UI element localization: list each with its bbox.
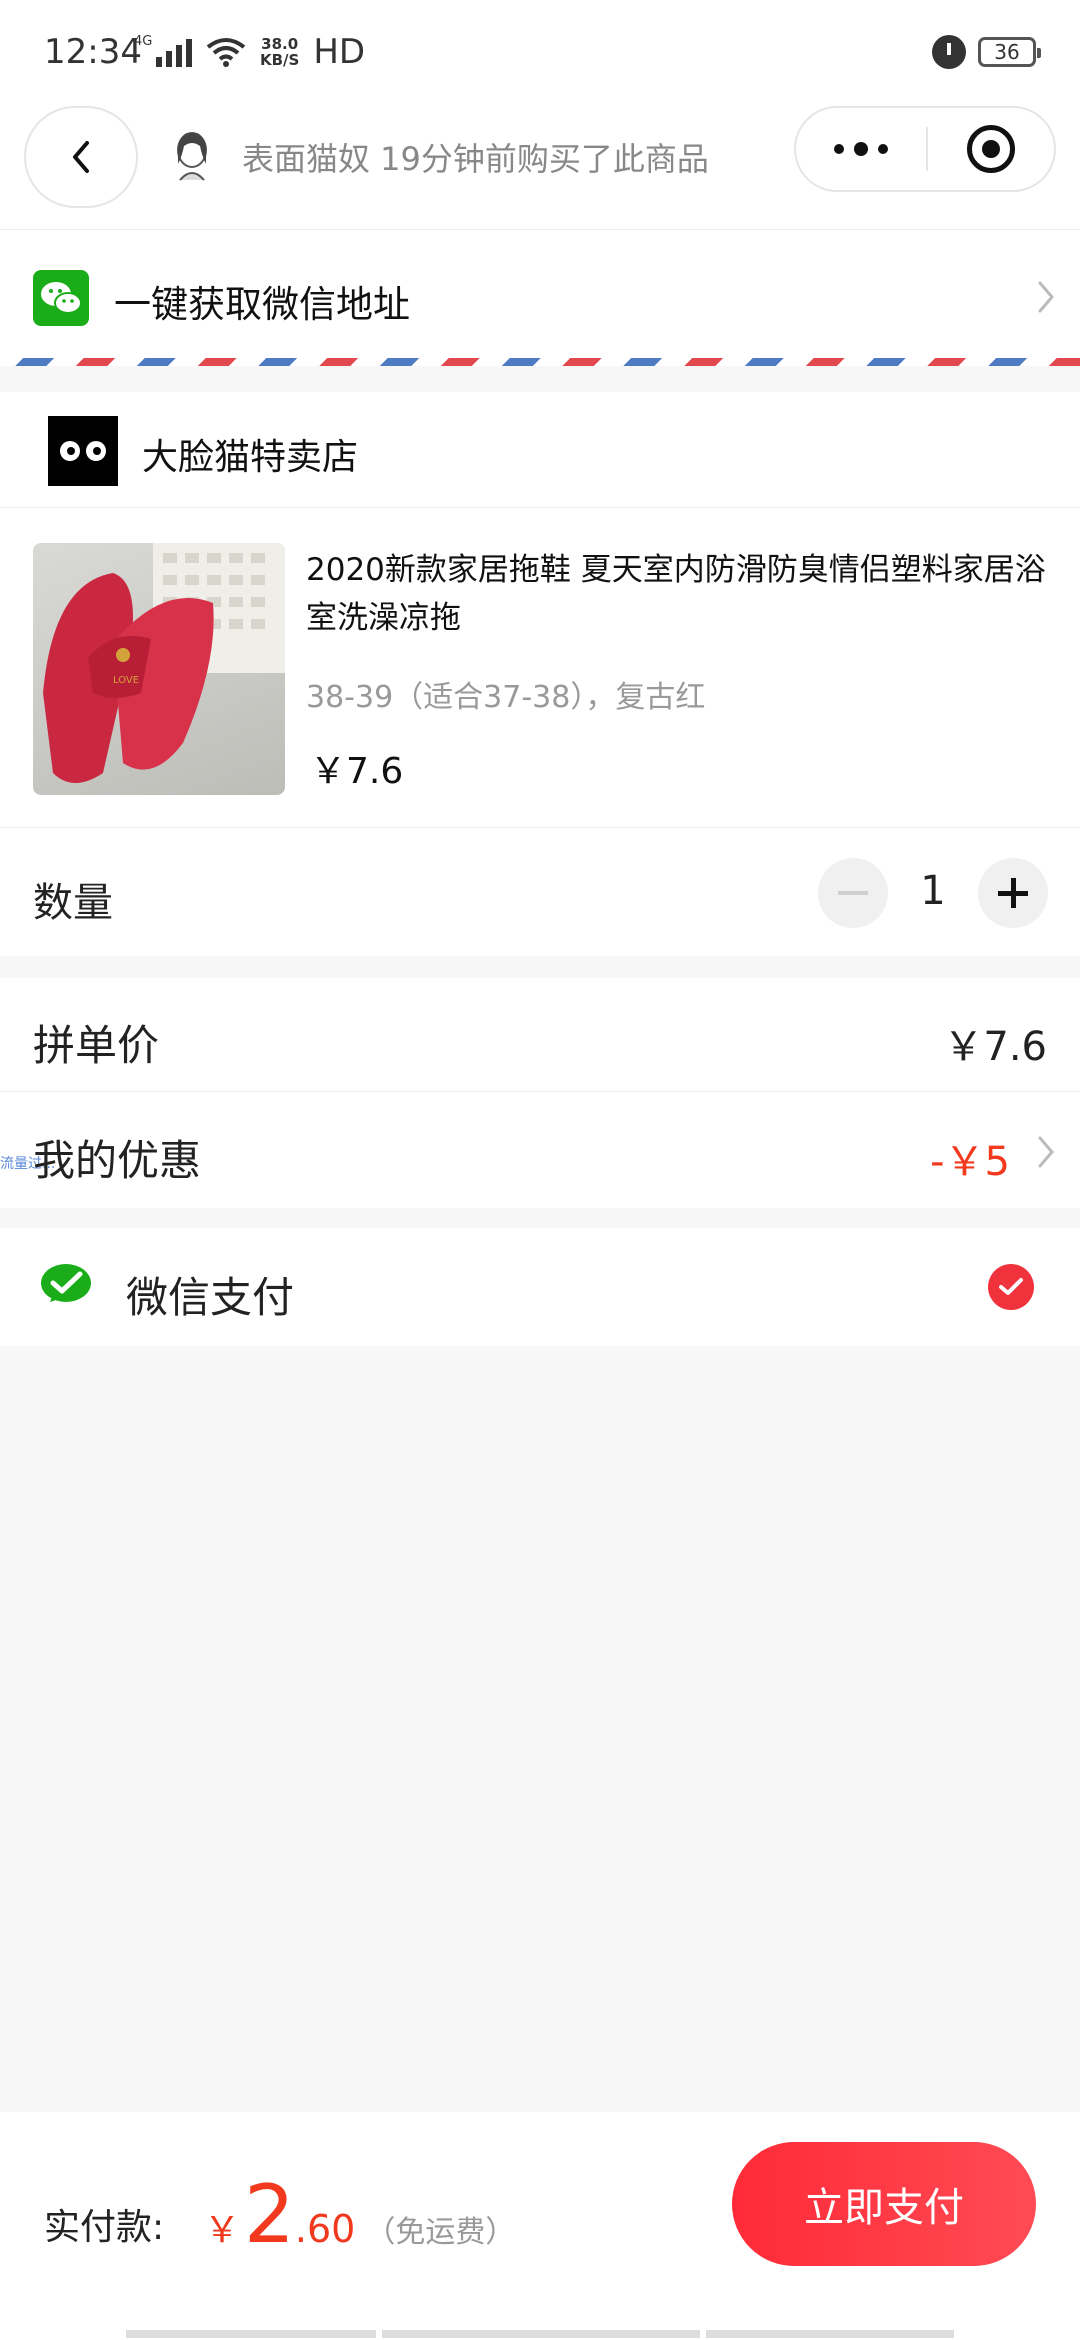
product-price: ￥7.6	[310, 751, 404, 792]
chevron-right-icon	[1038, 1136, 1054, 1168]
quantity-value: 1	[920, 868, 946, 914]
product-title: 2020新款家居拖鞋 夏天室内防滑防臭情侣塑料家居浴室洗澡凉拖	[306, 552, 1046, 636]
plus-icon-vertical	[1010, 878, 1016, 908]
status-bar: 12:34 4G 38.0 KB/S HD 36	[0, 0, 1080, 104]
wechat-logo-icon	[33, 270, 89, 326]
product-image: LOVE	[33, 543, 285, 795]
status-left: 12:34 4G 38.0 KB/S HD	[44, 32, 365, 72]
cellular-signal-icon: 4G	[134, 35, 192, 67]
chevron-left-icon	[73, 141, 89, 173]
more-dot-icon	[878, 144, 888, 154]
total-label: 实付款:	[44, 2207, 165, 2248]
decrease-quantity-button[interactable]	[818, 858, 888, 928]
status-time: 12:34	[44, 32, 142, 72]
battery-level: 36	[994, 40, 1020, 64]
currency-symbol: ￥	[204, 2210, 241, 2251]
close-mini-program-button[interactable]	[928, 108, 1054, 190]
wechat-address-row[interactable]: 一键获取微信地址	[0, 230, 1080, 360]
nav-bar: 表面猫奴 19分钟前购买了此商品	[0, 104, 1080, 230]
minus-icon	[838, 891, 868, 895]
mini-program-capsule	[794, 106, 1056, 192]
shop-name: 大脸猫特卖店	[142, 437, 359, 478]
product-row[interactable]: LOVE 2020新款家居拖鞋 夏天室内防滑防臭情侣塑料家居浴室洗澡凉拖 38-…	[0, 508, 1080, 828]
gesture-bar-left	[126, 2330, 376, 2338]
target-icon	[967, 125, 1015, 173]
group-price-label: 拼单价	[33, 1021, 160, 1070]
total-integer: 2	[244, 2168, 295, 2261]
shop-row[interactable]: 大脸猫特卖店	[0, 392, 1080, 508]
payment-method-label: 微信支付	[126, 1273, 295, 1322]
total-decimal: .60	[294, 2207, 356, 2251]
wifi-icon	[206, 38, 246, 67]
quantity-label: 数量	[33, 880, 113, 926]
battery-icon: 36	[978, 37, 1041, 67]
price-summary: 拼单价 ￥7.6 流量过... 我的优惠 -￥5	[0, 978, 1080, 1208]
status-right: 36	[932, 35, 1041, 69]
shipping-note: （免运费）	[365, 2215, 516, 2250]
shop-logo	[48, 416, 118, 486]
chevron-right-icon	[1038, 281, 1054, 313]
discount-label: 我的优惠	[33, 1136, 202, 1185]
pay-now-button[interactable]: 立即支付	[732, 2142, 1036, 2266]
back-button[interactable]	[24, 106, 138, 208]
recent-purchase-message: 表面猫奴 19分钟前购买了此商品	[242, 140, 709, 178]
alarm-icon	[932, 35, 966, 69]
hd-indicator: HD	[313, 32, 366, 72]
airmail-border	[0, 358, 1080, 366]
group-price-row: 拼单价 ￥7.6	[0, 978, 1080, 1092]
total-amount: ￥ 2 .60 （免运费）	[204, 2168, 515, 2261]
pay-now-label: 立即支付	[804, 2185, 964, 2231]
more-dot-icon	[854, 142, 868, 156]
gesture-bar-center	[382, 2330, 700, 2338]
gesture-bar-right	[706, 2330, 954, 2338]
discount-row[interactable]: 流量过... 我的优惠 -￥5	[0, 1093, 1080, 1207]
wechat-address-label: 一键获取微信地址	[114, 283, 410, 326]
network-speed: 38.0 KB/S	[260, 36, 299, 68]
network-type: 4G	[133, 34, 153, 49]
product-image-text: LOVE	[113, 675, 139, 686]
more-options-button[interactable]	[796, 108, 926, 190]
payment-method-row[interactable]: 微信支付	[0, 1228, 1080, 1346]
discount-value: -￥5	[930, 1139, 1010, 1185]
checkout-bar: 实付款: ￥ 2 .60 （免运费） 立即支付	[0, 2112, 1080, 2340]
payment-selected-check-icon[interactable]	[988, 1264, 1034, 1310]
buyer-avatar	[177, 132, 207, 181]
network-speed-unit: KB/S	[259, 51, 300, 69]
quantity-row: 数量 1	[0, 828, 1080, 956]
wechat-pay-icon	[41, 1264, 91, 1302]
increase-quantity-button[interactable]	[978, 858, 1048, 928]
more-dot-icon	[834, 144, 844, 154]
product-spec: 38-39（适合37-38），复古红	[306, 680, 706, 715]
group-price-value: ￥7.6	[943, 1024, 1047, 1070]
